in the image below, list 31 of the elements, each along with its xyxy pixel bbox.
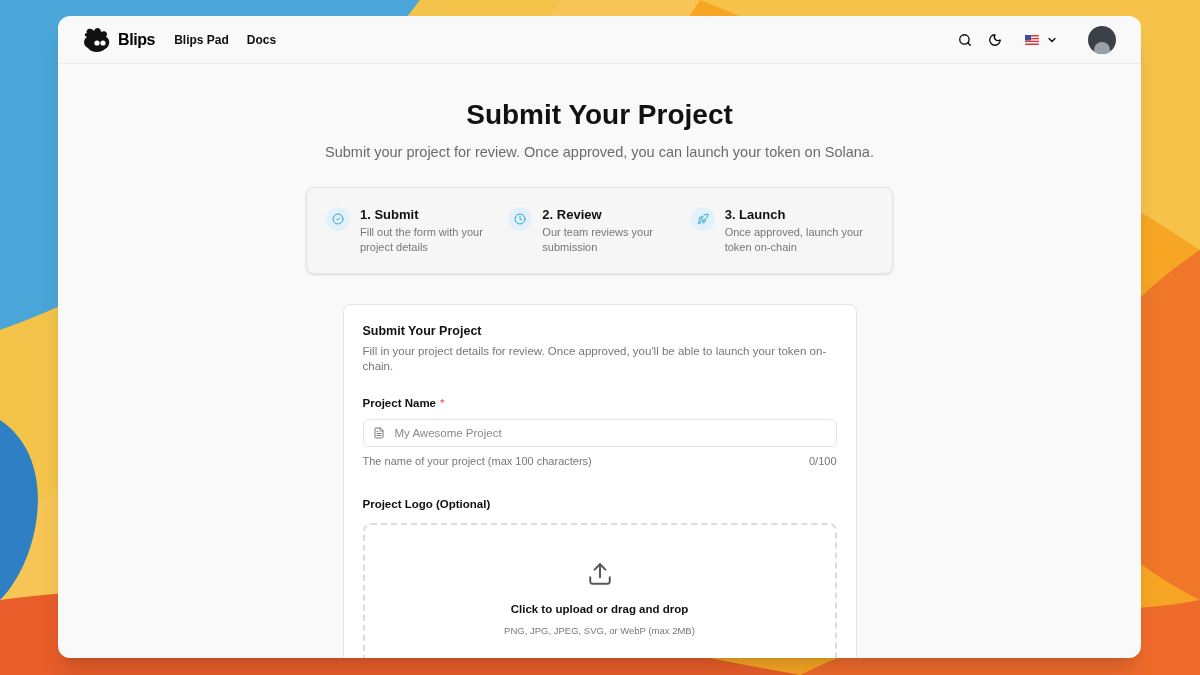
field-label: Project Logo (Optional) [362,498,491,511]
required-mark: * [440,395,445,411]
field-label: Project Name [362,395,436,411]
form-title: Submit Your Project [362,322,483,340]
step-title: 3. Launch [724,206,787,223]
upload-prompt: Click to upload or drag and drop [510,601,689,617]
moon-icon[interactable] [987,31,1003,48]
character-counter: 0/100 [808,453,837,469]
avatar[interactable] [1088,25,1116,54]
step-icon [326,206,350,231]
page-subtitle: Submit your project for review. Once approved, you can launch your token on Solana. [325,143,874,162]
upload-dropzone[interactable]: Click to upload or drag and drop PNG, JPG, JPEG, SVG, or WebP (max 2MB) [362,523,837,658]
step-description: Once approved, launch your token on-chain [724,224,864,255]
step-description: Fill out the form with your project details [360,224,484,255]
nav-link[interactable]: Docs [246,30,277,49]
step-title: 1. Submit [360,206,420,223]
upload-icon [586,560,613,587]
field-hint: The name of your project (max 100 characters) [362,453,592,469]
step-icon [690,206,715,231]
flag-icon [1025,34,1039,45]
document-icon [372,426,385,439]
search-icon[interactable] [957,31,973,48]
step-title: 2. Review [542,206,603,223]
upload-formats: PNG, JPG, JPEG, SVG, or WebP (max 2MB) [504,623,695,638]
page-title: Submit Your Project [466,98,733,132]
nav-link[interactable]: Blips Pad [174,30,229,49]
step-icon [508,206,533,231]
form-description: Fill in your project details for review. Once approved, you'll be able to launch your token on-chain. [362,343,828,374]
project-name-field[interactable]: My Awesome Project [362,418,837,447]
brand-name: Blips [118,29,156,50]
step-description: Our team reviews your submission [542,224,654,255]
